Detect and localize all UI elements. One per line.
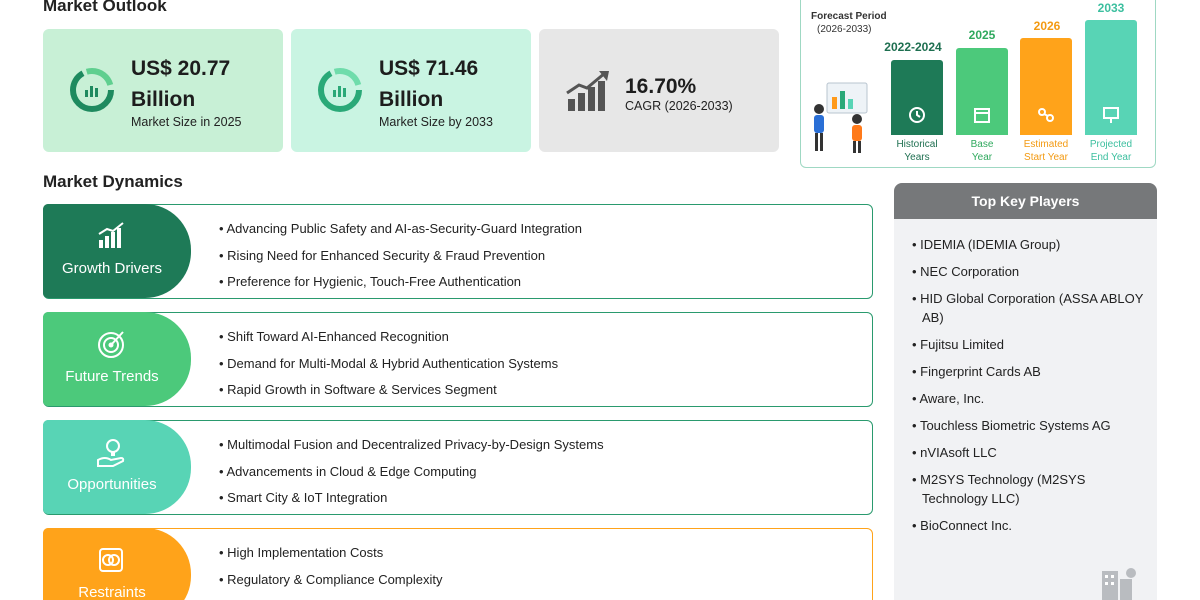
dynamics-tab: Growth Drivers [43,204,191,298]
list-item: Regulatory & Compliance Complexity [219,572,442,599]
bar-caption: Projected End Year [1089,139,1133,163]
kpi-card-market-size-2033: US$ 71.46 Billion Market Size by 2033 [291,29,531,152]
bar-caption: Base Year [970,139,994,163]
list-item: Advancing Public Safety and AI-as-Securi… [219,221,582,248]
list-item: NEC Corporation [912,262,1147,281]
forecast-period-panel: Forecast Period (2026-2033) 2022-2024 Hi… [800,0,1156,168]
forecast-range: (2026-2033) [817,24,872,35]
dynamics-tab: Opportunities [43,420,191,514]
list-item: Advancements in Cloud & Edge Computing [219,464,604,491]
kpi-caption: CAGR (2026-2033) [625,99,733,113]
list-item: Demand for Multi-Modal & Hybrid Authenti… [219,356,558,383]
dynamics-list: Advancing Public Safety and AI-as-Securi… [219,221,582,301]
list-item: Fingerprint Cards AB [912,362,1147,381]
list-item: Aware, Inc. [912,389,1147,408]
key-players-panel: Top Key Players IDEMIA (IDEMIA Group) NE… [894,183,1157,600]
kpi-card-cagr: 16.70% CAGR (2026-2033) [539,29,779,152]
target-icon [98,331,124,358]
list-item: Rapid Growth in Software & Services Segm… [219,382,558,409]
list-item: High Implementation Costs [219,545,442,572]
dynamics-row-growth-drivers: Growth Drivers Advancing Public Safety a… [43,204,873,299]
bar-year-label: 2033 [1097,1,1125,15]
forecast-bar-projected [1085,20,1137,135]
donut-chart-icon [70,68,114,112]
kpi-caption: Market Size by 2033 [379,115,493,129]
lightbulb-hand-icon [97,439,125,467]
dynamics-tab-label: Growth Drivers [61,260,162,277]
growth-chart-icon [98,222,124,248]
list-item: Multimodal Fusion and Decentralized Priv… [219,437,603,464]
restraint-icon [99,548,123,572]
market-dynamics-title: Market Dynamics [43,172,183,191]
dynamics-list: High Implementation Costs Regulatory & C… [219,545,442,598]
dynamics-tab: Future Trends [43,312,191,406]
kpi-caption: Market Size in 2025 [131,115,242,129]
calendar-icon [974,108,990,123]
list-item: Fujitsu Limited [912,335,1147,354]
presentation-icon [1103,107,1119,123]
list-item: IDEMIA (IDEMIA Group) [912,235,1147,254]
forecast-bar-base [956,48,1008,135]
forecast-label: Forecast Period [811,11,887,22]
list-item: HID Global Corporation (ASSA ABLOY AB) [912,289,1147,327]
team-illustration-icon [814,82,868,153]
list-item: Rising Need for Enhanced Security & Frau… [219,248,582,275]
bar-caption: Estimated Start Year [1023,139,1069,163]
donut-chart-icon [318,68,362,112]
dynamics-row-restraints: Restraints High Implementation Costs Reg… [43,528,873,600]
kpi-value: US$ 20.77 Billion [131,57,231,111]
history-icon [909,107,925,123]
dynamics-tab-label: Restraints [78,584,146,600]
kpi-value: US$ 71.46 Billion [379,57,479,111]
dynamics-tab-label: Future Trends [65,368,159,385]
list-item: Smart City & IoT Integration [219,490,604,517]
dynamics-row-opportunities: Opportunities Multimodal Fusion and Dece… [43,420,873,515]
dynamics-tab: Restraints [43,528,191,600]
buildings-icon [1102,568,1136,600]
forecast-bar-historical [891,60,943,135]
list-item: Shift Toward AI-Enhanced Recognition [219,329,558,356]
dynamics-list: Multimodal Fusion and Decentralized Priv… [219,437,604,517]
list-item: M2SYS Technology (M2SYS Technology LLC) [912,470,1147,508]
kpi-value: 16.70% [625,75,697,98]
growth-bars-icon [566,71,609,111]
key-players-list: IDEMIA (IDEMIA Group) NEC Corporation HI… [912,235,1147,543]
dynamics-row-future-trends: Future Trends Shift Toward AI-Enhanced R… [43,312,873,407]
key-players-title: Top Key Players [894,183,1157,219]
people-network-icon [1038,108,1054,122]
list-item: nVIAsoft LLC [912,443,1147,462]
market-outlook-title: Market Outlook [43,0,167,15]
dynamics-tab-label: Opportunities [67,476,157,493]
dynamics-list: Shift Toward AI-Enhanced Recognition Dem… [219,329,558,409]
bar-year-label: 2026 [1033,19,1061,33]
bar-caption: Historical Years [896,139,938,163]
bar-year-label: 2022-2024 [884,40,942,54]
list-item: Preference for Hygienic, Touch-Free Auth… [219,274,582,301]
list-item: BioConnect Inc. [912,516,1147,535]
list-item: Touchless Biometric Systems AG [912,416,1147,435]
kpi-card-market-size-2025: US$ 20.77 Billion Market Size in 2025 [43,29,283,152]
forecast-bar-estimated [1020,38,1072,135]
